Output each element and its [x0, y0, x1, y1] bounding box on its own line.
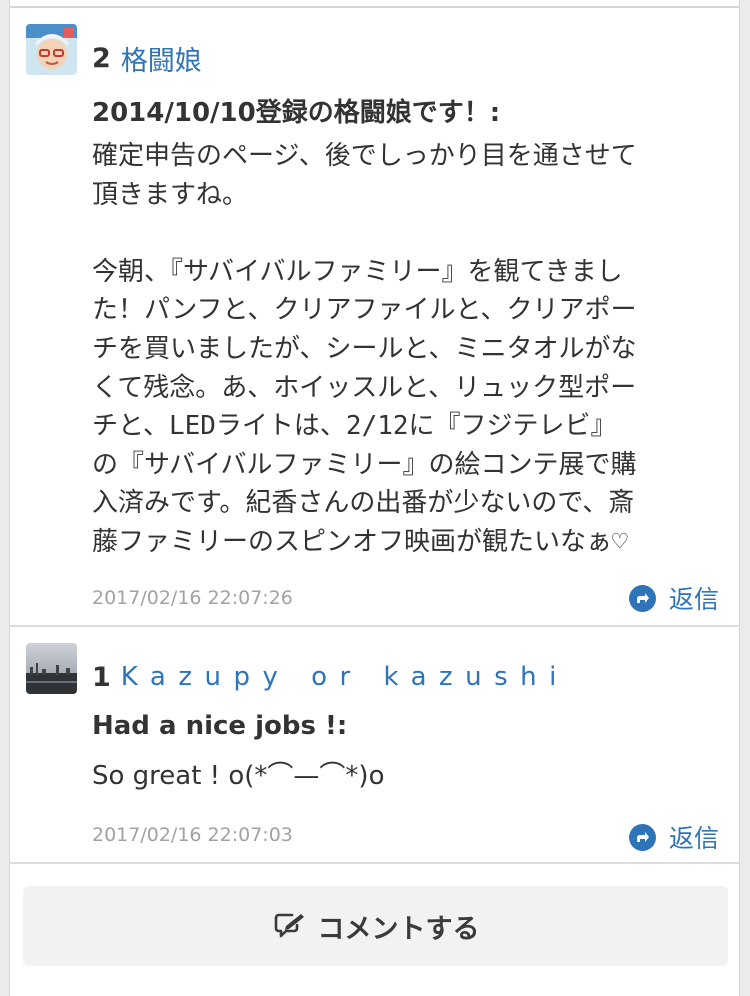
comment-timestamp: 2017/02/16 22:07:03 — [92, 824, 293, 846]
comment-timestamp: 2017/02/16 22:07:26 — [92, 587, 293, 609]
comment-title: Had a nice jobs !: — [92, 711, 348, 741]
comment-item: 2 格闘娘 2014/10/10登録の格闘娘です！: 確定申告のページ、後でしっ… — [10, 0, 739, 626]
avatar[interactable] — [26, 643, 77, 694]
comment-item: 1 Kazupy or kazushi Had a nice jobs !: S… — [10, 627, 739, 863]
comment-button-label: コメントする — [317, 913, 480, 945]
comment-edit-icon — [272, 912, 306, 940]
comment-body: So great ! o(*⌒—⌒*)o — [92, 761, 385, 791]
reply-button[interactable]: 返信 — [628, 819, 719, 855]
reply-label: 返信 — [668, 824, 719, 853]
username-link[interactable]: Kazupy or kazushi — [121, 662, 569, 692]
comment-button[interactable]: コメントする — [23, 886, 728, 966]
comment-header: 1 Kazupy or kazushi — [92, 657, 569, 697]
reply-arrow-icon — [628, 584, 656, 612]
reply-button[interactable]: 返信 — [628, 580, 719, 616]
reply-arrow-icon — [628, 823, 656, 851]
comment-number: 1 — [92, 661, 111, 693]
comment-header: 2 格闘娘 — [92, 38, 202, 78]
reply-label: 返信 — [668, 585, 719, 614]
avatar[interactable] — [26, 24, 77, 75]
comment-panel: 2 格闘娘 2014/10/10登録の格闘娘です！: 確定申告のページ、後でしっ… — [9, 0, 740, 996]
comment-body: 確定申告のページ、後でしっかり目を通させて 頂きますね。 今朝、『サバイバルファ… — [92, 141, 637, 557]
comment-number: 2 — [92, 42, 111, 74]
username-link[interactable]: 格闘娘 — [121, 39, 202, 78]
comment-title: 2014/10/10登録の格闘娘です！: — [92, 98, 501, 128]
comment-divider — [10, 862, 739, 864]
